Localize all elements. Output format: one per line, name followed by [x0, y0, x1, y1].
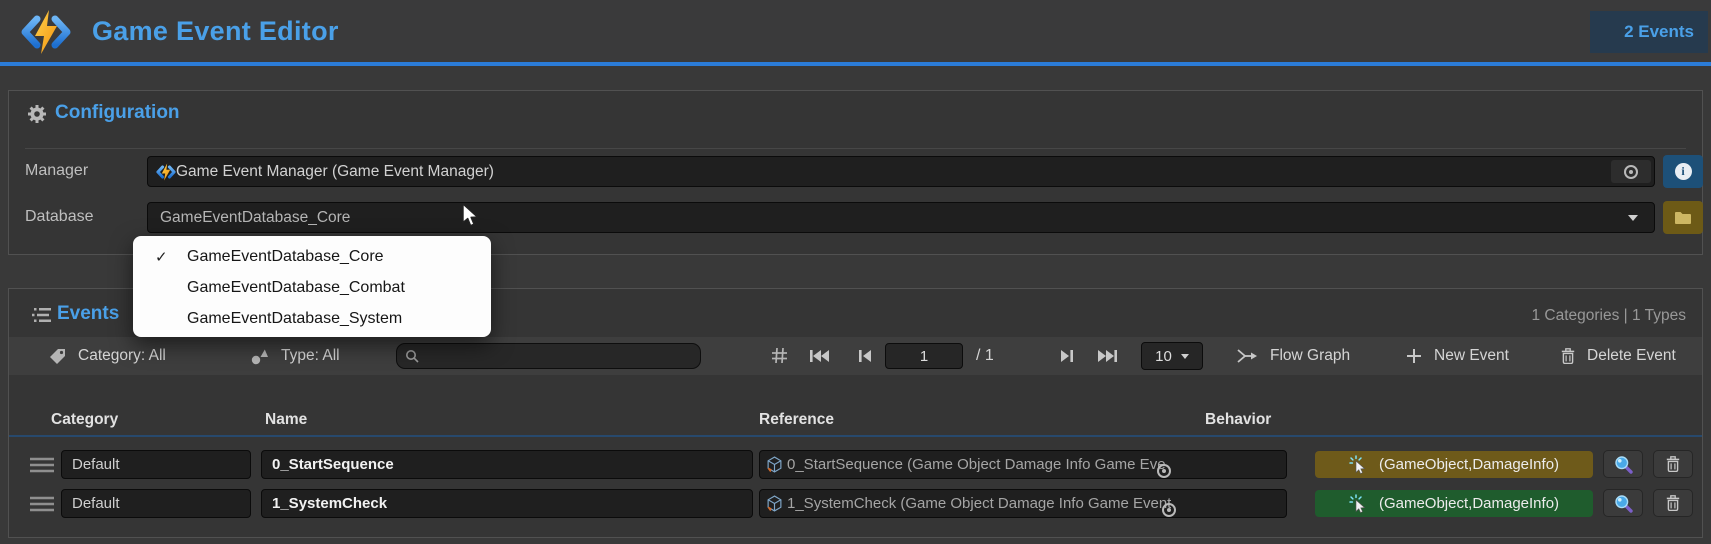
behavior-badge[interactable]: (GameObject,DamageInfo) [1315, 451, 1593, 478]
last-page-button[interactable] [1097, 349, 1118, 368]
gear-icon [27, 104, 47, 129]
flow-graph-button[interactable]: Flow Graph [1236, 347, 1350, 365]
type-filter-button[interactable]: Type: All [251, 347, 340, 365]
reference-object-field[interactable]: 0_StartSequence (Game Object Damage Info… [759, 450, 1287, 479]
folder-icon [1674, 211, 1692, 225]
delete-event-button[interactable]: Delete Event [1561, 347, 1676, 365]
checkmark-icon: ✓ [155, 248, 168, 266]
magnifier-icon [1614, 494, 1633, 513]
manager-object-picker[interactable] [1611, 160, 1651, 183]
menu-item-label: GameEventDatabase_Core [187, 247, 384, 265]
name-field[interactable]: 1_SystemCheck [261, 489, 753, 518]
column-header-name: Name [265, 411, 308, 428]
category-field[interactable]: Default [61, 450, 251, 479]
heading-divider [25, 148, 1686, 149]
scriptable-object-icon [766, 456, 783, 473]
click-icon [1349, 494, 1369, 513]
inspect-behavior-button[interactable] [1603, 489, 1643, 517]
database-dropdown-menu: ✓ GameEventDatabase_Core GameEventDataba… [133, 236, 491, 337]
category-filter-label: Category: All [78, 347, 166, 364]
new-event-button[interactable]: New Event [1406, 347, 1509, 365]
column-header-category: Category [51, 411, 119, 428]
info-icon [1674, 163, 1692, 180]
search-field[interactable] [396, 343, 701, 369]
chevron-down-icon [1628, 215, 1638, 221]
events-summary: 1 Categories | 1 Types [1531, 307, 1686, 324]
grid-view-button[interactable] [771, 347, 788, 369]
trash-icon [1666, 456, 1680, 472]
manager-object-field[interactable]: Game Event Manager (Game Event Manager) [147, 156, 1655, 187]
page-size-dropdown[interactable]: 10 [1141, 342, 1203, 370]
click-icon [1349, 455, 1369, 474]
app-logo-icon [20, 9, 72, 60]
chevron-down-icon [1180, 353, 1189, 359]
table-row: Default 1_SystemCheck 1_SystemCheck (Gam… [9, 484, 1702, 524]
events-heading: Events [57, 303, 120, 324]
scriptable-object-icon [766, 495, 783, 512]
shapes-icon [251, 348, 269, 365]
delete-event-label: Delete Event [1587, 347, 1676, 364]
app-header: Game Event Editor 2 Events [0, 0, 1711, 66]
menu-item-combat[interactable]: GameEventDatabase_Combat [133, 272, 491, 303]
page-number-input[interactable] [885, 343, 963, 369]
manager-label: Manager [25, 162, 89, 179]
header-underline [9, 435, 1702, 437]
page-total-label: / 1 [976, 347, 994, 364]
manager-info-button[interactable] [1663, 155, 1703, 188]
inspect-behavior-button[interactable] [1603, 450, 1643, 478]
menu-item-label: GameEventDatabase_System [187, 309, 403, 327]
configuration-panel: Configuration Manager Game Event Manager… [8, 90, 1703, 255]
configuration-heading: Configuration [55, 102, 180, 123]
column-header-reference: Reference [759, 411, 834, 428]
search-icon [405, 349, 419, 363]
behavior-badge[interactable]: (GameObject,DamageInfo) [1315, 490, 1593, 517]
object-picker-icon[interactable] [1156, 463, 1171, 478]
manager-object-icon [156, 163, 176, 181]
new-event-label: New Event [1434, 347, 1509, 364]
first-page-button[interactable] [809, 349, 830, 368]
plus-icon [1406, 348, 1422, 364]
game-event-editor-window: Game Event Editor 2 Events Configuration… [0, 0, 1711, 544]
table-row: Default 0_StartSequence 0_StartSequence … [9, 445, 1702, 485]
magnifier-icon [1614, 455, 1633, 474]
database-browse-button[interactable] [1663, 201, 1703, 234]
drag-handle[interactable] [29, 456, 55, 479]
object-picker-icon[interactable] [1162, 502, 1177, 517]
reference-object-field[interactable]: 1_SystemCheck (Game Object Damage Info G… [759, 489, 1287, 518]
list-icon [31, 307, 51, 328]
flow-graph-icon [1236, 348, 1258, 364]
drag-handle[interactable] [29, 495, 55, 518]
delete-row-button[interactable] [1653, 450, 1693, 478]
prev-page-button[interactable] [858, 349, 873, 368]
events-toolbar: Category: All Type: All 1 / 1 10 Flow Gr… [9, 337, 1702, 375]
trash-icon [1561, 348, 1575, 364]
next-page-button[interactable] [1059, 349, 1074, 368]
column-header-behavior: Behavior [1205, 411, 1272, 428]
page-title: Game Event Editor [92, 16, 339, 46]
search-input[interactable] [425, 347, 685, 365]
flow-graph-label: Flow Graph [1270, 347, 1351, 364]
name-field[interactable]: 0_StartSequence [261, 450, 753, 479]
database-dropdown-value: GameEventDatabase_Core [160, 208, 351, 226]
events-count-badge: 2 Events [1590, 11, 1708, 53]
database-dropdown[interactable]: GameEventDatabase_Core [147, 202, 1655, 233]
menu-item-label: GameEventDatabase_Combat [187, 278, 405, 296]
database-label: Database [25, 208, 94, 225]
delete-row-button[interactable] [1653, 489, 1693, 517]
tag-icon [49, 348, 66, 365]
category-field[interactable]: Default [61, 489, 251, 518]
type-filter-label: Type: All [281, 347, 340, 364]
category-filter-button[interactable]: Category: All [49, 347, 166, 365]
page-size-value: 10 [1155, 347, 1172, 365]
trash-icon [1666, 495, 1680, 511]
object-picker-icon [1624, 164, 1638, 179]
menu-item-system[interactable]: GameEventDatabase_System [133, 303, 491, 334]
menu-item-core[interactable]: ✓ GameEventDatabase_Core [133, 241, 491, 272]
manager-object-value: Game Event Manager (Game Event Manager) [176, 162, 494, 180]
